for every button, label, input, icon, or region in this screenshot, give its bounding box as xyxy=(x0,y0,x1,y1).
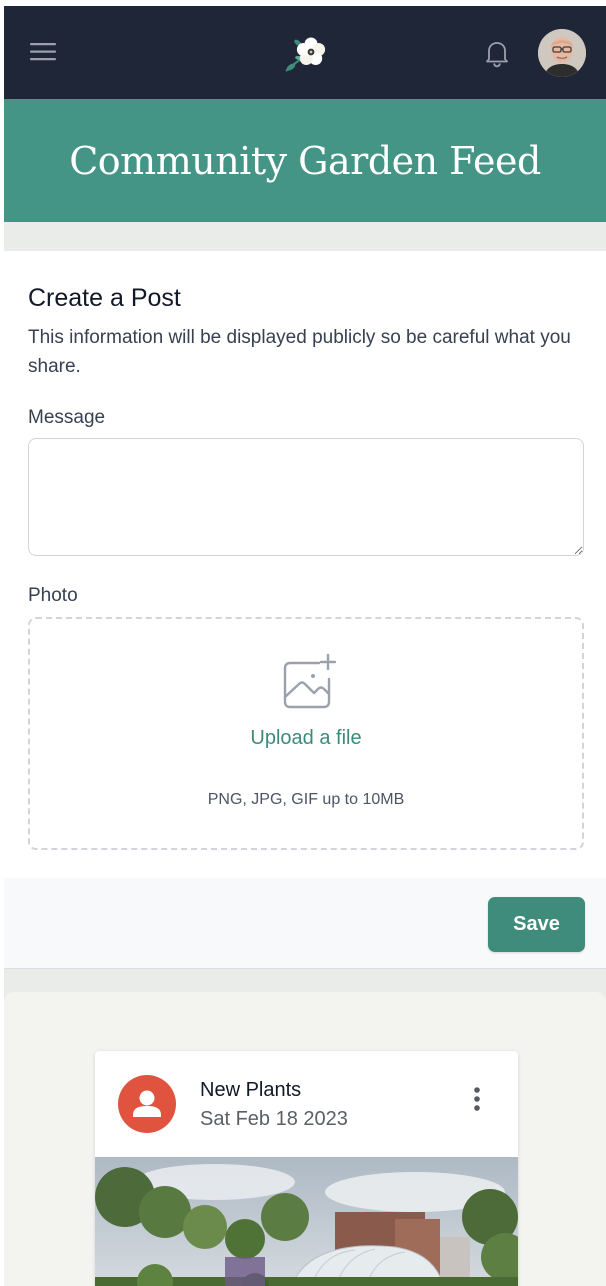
user-avatar[interactable] xyxy=(538,29,586,77)
save-button[interactable]: Save xyxy=(488,897,585,952)
post-title: New Plants xyxy=(200,1079,302,1101)
page-header: Community Garden Feed xyxy=(4,99,606,222)
post-feed: New Plants Sat Feb 18 2023 xyxy=(4,992,606,1286)
message-field[interactable] xyxy=(28,438,584,556)
person-icon xyxy=(133,1090,161,1117)
photo-dropzone[interactable]: Upload a file PNG, JPG, GIF up to 10MB xyxy=(28,617,584,850)
post-photo[interactable] xyxy=(95,1157,518,1286)
upload-file-link[interactable]: Upload a file xyxy=(30,727,582,750)
post-date: Sat Feb 18 2023 xyxy=(200,1108,348,1130)
more-options-icon[interactable] xyxy=(465,1084,489,1114)
form-description: This information will be displayed publi… xyxy=(28,327,571,377)
flower-logo[interactable] xyxy=(282,31,330,75)
upload-hint: PNG, JPG, GIF up to 10MB xyxy=(207,791,405,808)
post-author-avatar xyxy=(118,1075,176,1133)
form-footer: Save xyxy=(4,878,606,969)
image-upload-icon xyxy=(281,653,339,711)
bell-icon[interactable] xyxy=(480,36,514,70)
form-title: Create a Post xyxy=(28,284,181,312)
post-card[interactable]: New Plants Sat Feb 18 2023 xyxy=(95,1051,518,1286)
top-navbar xyxy=(4,6,606,99)
photo-label: Photo xyxy=(28,585,78,606)
create-post-form: Create a Post This information will be d… xyxy=(4,251,606,878)
app-frame: Community Garden Feed Create a Post This… xyxy=(4,6,606,1286)
message-label: Message xyxy=(28,407,106,428)
page-title: Community Garden Feed xyxy=(69,138,541,183)
menu-icon[interactable] xyxy=(26,36,66,68)
